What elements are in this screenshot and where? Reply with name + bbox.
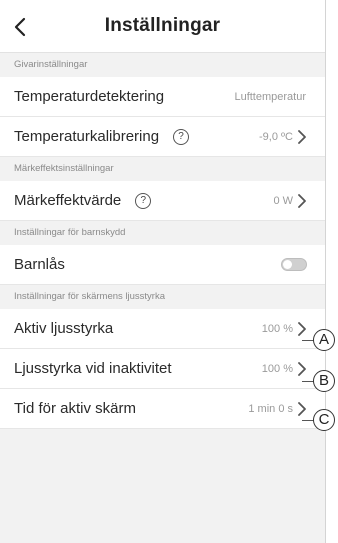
temperature-detection-row[interactable]: Temperaturdetektering Lufttemperatur xyxy=(0,77,325,117)
chevron-right-icon xyxy=(298,194,306,208)
chevron-right-icon xyxy=(298,322,306,336)
header: Inställningar xyxy=(0,0,325,53)
toggle-knob xyxy=(283,260,292,269)
active-brightness-row[interactable]: Aktiv ljusstyrka 100 % xyxy=(0,309,325,349)
idle-brightness-label: Ljusstyrka vid inaktivitet xyxy=(14,360,172,377)
temperature-calibration-row[interactable]: Temperaturkalibrering ? -9,0 ºC xyxy=(0,117,325,157)
idle-brightness-value: 100 % xyxy=(261,362,293,375)
child-lock-row: Barnlås xyxy=(0,245,325,285)
temperature-calibration-value: -9,0 ºC xyxy=(259,130,293,143)
active-screen-time-label: Tid för aktiv skärm xyxy=(14,400,136,417)
child-lock-toggle[interactable] xyxy=(281,258,307,271)
section-header-child-lock: Inställningar för barnskydd xyxy=(0,221,325,245)
rated-power-value: 0 W xyxy=(273,194,293,207)
callout-c: C xyxy=(313,409,335,431)
help-icon[interactable]: ? xyxy=(135,192,152,209)
active-screen-time-row[interactable]: Tid för aktiv skärm 1 min 0 s xyxy=(0,389,325,429)
settings-screen: Inställningar Givarinställningar Tempera… xyxy=(0,0,326,543)
rated-power-row[interactable]: Märkeffektvärde ? 0 W xyxy=(0,181,325,221)
active-brightness-label: Aktiv ljusstyrka xyxy=(14,320,114,337)
rated-power-label: Märkeffektvärde xyxy=(14,192,122,209)
callout-b: B xyxy=(313,370,335,392)
section-header-brightness: Inställningar för skärmens ljusstyrka xyxy=(0,285,325,309)
idle-brightness-row[interactable]: Ljusstyrka vid inaktivitet 100 % xyxy=(0,349,325,389)
child-lock-label: Barnlås xyxy=(14,256,65,273)
active-screen-time-value: 1 min 0 s xyxy=(248,402,293,415)
section-header-rated-power: Märkeffektsinställningar xyxy=(0,157,325,181)
temperature-calibration-label: Temperaturkalibrering xyxy=(14,128,160,145)
temperature-detection-value: Lufttemperatur xyxy=(234,90,306,103)
help-icon[interactable]: ? xyxy=(173,128,190,145)
temperature-detection-label: Temperaturdetektering xyxy=(14,88,165,105)
chevron-right-icon xyxy=(298,130,306,144)
callout-a: A xyxy=(313,329,335,351)
section-header-sensor: Givarinställningar xyxy=(0,53,325,77)
active-brightness-value: 100 % xyxy=(261,322,293,335)
page-title: Inställningar xyxy=(104,15,221,36)
chevron-right-icon xyxy=(298,402,306,416)
chevron-right-icon xyxy=(298,362,306,376)
